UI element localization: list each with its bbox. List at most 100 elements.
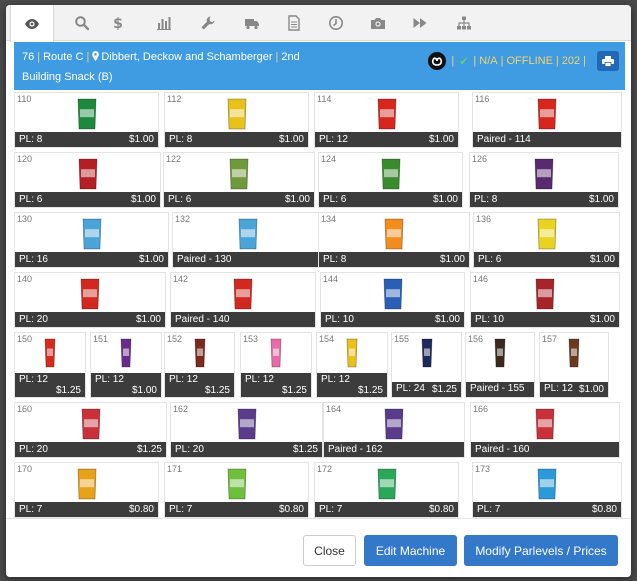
tab-next[interactable] bbox=[398, 5, 442, 41]
edit-machine-button[interactable]: Edit Machine bbox=[364, 535, 457, 566]
vending-slot[interactable]: 164 Paired - 162 bbox=[323, 402, 465, 458]
vending-slot[interactable]: 120 PL: 6 $1.00 bbox=[14, 152, 161, 208]
document-icon bbox=[288, 15, 300, 31]
vending-slot[interactable]: 130 PL: 16 $1.00 bbox=[14, 212, 169, 268]
modify-parlevels-button[interactable]: Modify Parlevels / Prices bbox=[464, 535, 618, 566]
parlevel-label: Paired - 162 bbox=[328, 444, 383, 455]
tab-view[interactable] bbox=[10, 5, 54, 42]
vending-slot[interactable]: 162 PL: 20 $1.25 bbox=[170, 402, 323, 458]
vending-slot[interactable]: 136 PL: 6 $1.00 bbox=[473, 212, 620, 268]
vending-slot[interactable]: 166 Paired - 160 bbox=[470, 402, 620, 458]
vending-slot[interactable]: 126 PL: 8 $1.00 bbox=[469, 152, 619, 208]
vending-slot[interactable]: 146 PL: 10 $1.00 bbox=[470, 272, 620, 328]
slot-info-bar: PL: 7 $0.80 bbox=[315, 502, 458, 517]
price-label: $1.25 bbox=[292, 444, 318, 455]
vending-slot[interactable]: 151 PL: 12 $1.00 bbox=[90, 332, 162, 398]
slot-info-bar: PL: 12 $1.00 bbox=[315, 132, 458, 147]
vending-slot[interactable]: 156 Paired - 155 bbox=[465, 332, 535, 398]
parlevel-label: PL: 6 bbox=[478, 254, 502, 265]
slot-info-bar: PL: 8 $1.00 bbox=[319, 252, 469, 267]
price-label: $1.00 bbox=[138, 254, 164, 265]
slot-info-bar: PL: 7 $0.80 bbox=[473, 502, 621, 517]
product-image bbox=[537, 218, 557, 253]
tab-history[interactable] bbox=[314, 5, 358, 41]
product-image bbox=[227, 468, 247, 503]
print-button[interactable] bbox=[597, 51, 619, 71]
product-image bbox=[238, 218, 258, 253]
vending-slot[interactable]: 154 PL: 12 $1.25 bbox=[316, 332, 388, 398]
tab-pricing[interactable]: $ bbox=[96, 5, 140, 41]
parlevel-label: PL: 7 bbox=[477, 504, 501, 515]
vending-slot[interactable]: 122 PL: 6 $1.00 bbox=[163, 152, 315, 208]
vending-slot[interactable]: 134 PL: 8 $1.00 bbox=[318, 212, 470, 268]
parlevel-label: PL: 7 bbox=[19, 504, 43, 515]
vending-slot[interactable]: 142 Paired - 140 bbox=[170, 272, 316, 328]
slot-number: 170 bbox=[17, 464, 33, 474]
slot-info-bar: Paired - 114 bbox=[473, 132, 621, 147]
slot-info-bar: Paired - 160 bbox=[471, 442, 619, 457]
parlevel-label: PL: 16 bbox=[19, 254, 48, 265]
vending-slot[interactable]: 110 PL: 8 $1.00 bbox=[14, 92, 159, 148]
bar-chart-icon bbox=[157, 17, 171, 30]
tab-photos[interactable] bbox=[356, 5, 400, 41]
product-image bbox=[120, 338, 132, 371]
parlevel-label: PL: 12 bbox=[321, 374, 350, 385]
price-label: $1.00 bbox=[434, 314, 460, 325]
vending-slot[interactable]: 124 PL: 6 $1.00 bbox=[318, 152, 463, 208]
vending-slot[interactable]: 160 PL: 20 $1.25 bbox=[14, 402, 167, 458]
price-label: $1.00 bbox=[128, 134, 154, 145]
tab-reports[interactable] bbox=[142, 5, 186, 41]
tab-service[interactable] bbox=[186, 5, 230, 41]
parlevel-label: PL: 10 bbox=[325, 314, 354, 325]
vending-slot[interactable]: 170 PL: 7 $0.80 bbox=[14, 462, 159, 518]
slot-number: 150 bbox=[17, 334, 33, 344]
slot-info-bar: PL: 6 $1.00 bbox=[474, 252, 619, 267]
svg-text:$: $ bbox=[113, 16, 123, 31]
na-status: N/A bbox=[479, 55, 498, 67]
vending-slot[interactable]: 172 PL: 7 $0.80 bbox=[314, 462, 459, 518]
search-icon bbox=[75, 16, 90, 31]
tab-delivery[interactable] bbox=[230, 5, 274, 41]
vending-slot[interactable]: 157 PL: 12 $1.00 bbox=[539, 332, 609, 398]
vending-slot[interactable]: 114 PL: 12 $1.00 bbox=[314, 92, 459, 148]
product-image bbox=[494, 338, 506, 371]
price-label: $1.25 bbox=[357, 385, 383, 396]
vending-slot[interactable]: 152 PL: 12 $1.25 bbox=[164, 332, 235, 398]
truck-icon bbox=[245, 19, 259, 30]
status-group: | ✔ | N/A | OFFLINE | 202 | bbox=[428, 52, 589, 70]
product-image bbox=[77, 468, 97, 503]
slot-number: 155 bbox=[394, 334, 410, 344]
slot-number: 140 bbox=[17, 274, 33, 284]
tab-documents[interactable] bbox=[272, 5, 316, 41]
vending-slot[interactable]: 155 PL: 24 $1.25 bbox=[391, 332, 462, 398]
separator: | bbox=[583, 55, 586, 67]
slot-info-bar: PL: 10 $1.00 bbox=[471, 312, 619, 327]
slot-number: 116 bbox=[475, 94, 490, 104]
separator: | bbox=[473, 55, 477, 67]
tab-hierarchy[interactable] bbox=[442, 5, 486, 41]
vending-slot[interactable]: 150 PL: 12 $1.25 bbox=[14, 332, 86, 398]
separator: | bbox=[500, 55, 504, 67]
slot-number: 157 bbox=[542, 334, 558, 344]
slot-number: 124 bbox=[321, 154, 337, 164]
vending-slot[interactable]: 116 Paired - 114 bbox=[472, 92, 622, 148]
fast-forward-icon bbox=[413, 18, 427, 28]
vending-slot[interactable]: 173 PL: 7 $0.80 bbox=[472, 462, 622, 518]
vending-slot[interactable]: 144 PL: 10 $1.00 bbox=[320, 272, 465, 328]
vending-slot[interactable]: 112 PL: 8 $1.00 bbox=[164, 92, 309, 148]
price-label: $1.00 bbox=[589, 314, 615, 325]
slot-number: 172 bbox=[317, 464, 333, 474]
map-marker-icon bbox=[92, 51, 100, 61]
vending-slot[interactable]: 153 PL: 12 $1.25 bbox=[240, 332, 312, 398]
price-label: $1.00 bbox=[428, 134, 454, 145]
location-name: Dibbert, Deckow and Schamberger bbox=[101, 51, 273, 63]
vending-slot[interactable]: 132 Paired - 130 bbox=[172, 212, 324, 268]
vending-slot[interactable]: 171 PL: 7 $0.80 bbox=[164, 462, 309, 518]
vending-slot[interactable]: 140 PL: 20 $1.00 bbox=[14, 272, 166, 328]
product-image bbox=[270, 338, 282, 371]
machine-header: 76 | Route C | Dibbert, Deckow and Schamberg… bbox=[14, 42, 625, 90]
route-name: Route C bbox=[43, 51, 84, 63]
price-label: $0.80 bbox=[591, 504, 617, 515]
product-image bbox=[537, 98, 557, 133]
close-button[interactable]: Close bbox=[303, 535, 356, 566]
